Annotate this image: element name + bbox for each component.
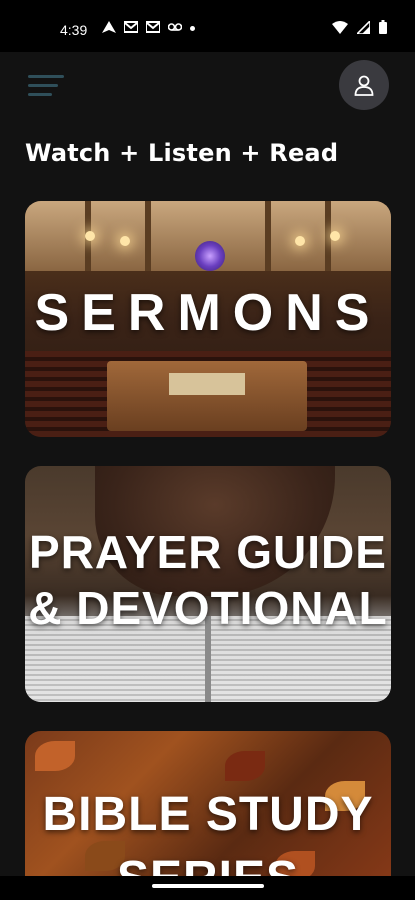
hamburger-menu-icon	[28, 75, 64, 78]
battery-icon	[379, 20, 387, 34]
ceiling-beam	[145, 201, 151, 271]
status-icons-right	[332, 20, 387, 34]
prayer-guide-card-title: PRAYER GUIDE & DEVOTIONAL	[25, 524, 391, 636]
home-gesture-handle[interactable]	[152, 884, 264, 888]
section-title: Watch + Listen + Read	[25, 139, 339, 167]
church-lamp	[295, 236, 305, 246]
user-profile-icon	[354, 75, 374, 96]
church-lamp	[85, 231, 95, 241]
menu-icon-bar	[28, 93, 52, 96]
rose-window-image	[195, 241, 225, 271]
gmail-icon	[146, 21, 160, 33]
navigation-icon	[102, 21, 116, 33]
status-icons-left	[102, 21, 195, 33]
autumn-leaf	[225, 751, 265, 781]
pulpit-image	[107, 361, 307, 431]
open-book-image	[169, 373, 245, 395]
prayer-guide-card[interactable]: PRAYER GUIDE & DEVOTIONAL	[25, 466, 391, 702]
profile-button[interactable]	[339, 60, 389, 110]
bible-study-title-line1: BIBLE STUDY	[42, 788, 374, 841]
signal-icon	[357, 20, 370, 34]
gmail-icon	[124, 21, 138, 33]
sermons-card-title: SERMONS	[34, 284, 382, 342]
sermons-card[interactable]: SERMONS	[25, 201, 391, 437]
status-bar: 4:39	[0, 0, 415, 52]
menu-button[interactable]	[28, 75, 64, 97]
church-lamp	[330, 231, 340, 241]
church-lamp	[120, 236, 130, 246]
voicemail-icon	[168, 23, 182, 31]
prayer-guide-title-line2: & DEVOTIONAL	[28, 582, 388, 634]
ceiling-beam	[265, 201, 271, 271]
notification-dot-icon	[190, 26, 195, 31]
system-nav-bar	[0, 876, 415, 900]
status-time: 4:39	[60, 22, 88, 38]
bible-study-card[interactable]: BIBLE STUDY SERIES	[25, 731, 391, 900]
wifi-icon	[332, 20, 348, 34]
autumn-leaf	[35, 741, 75, 771]
menu-icon-bar	[28, 84, 58, 87]
prayer-guide-title-line1: PRAYER GUIDE	[29, 526, 387, 578]
